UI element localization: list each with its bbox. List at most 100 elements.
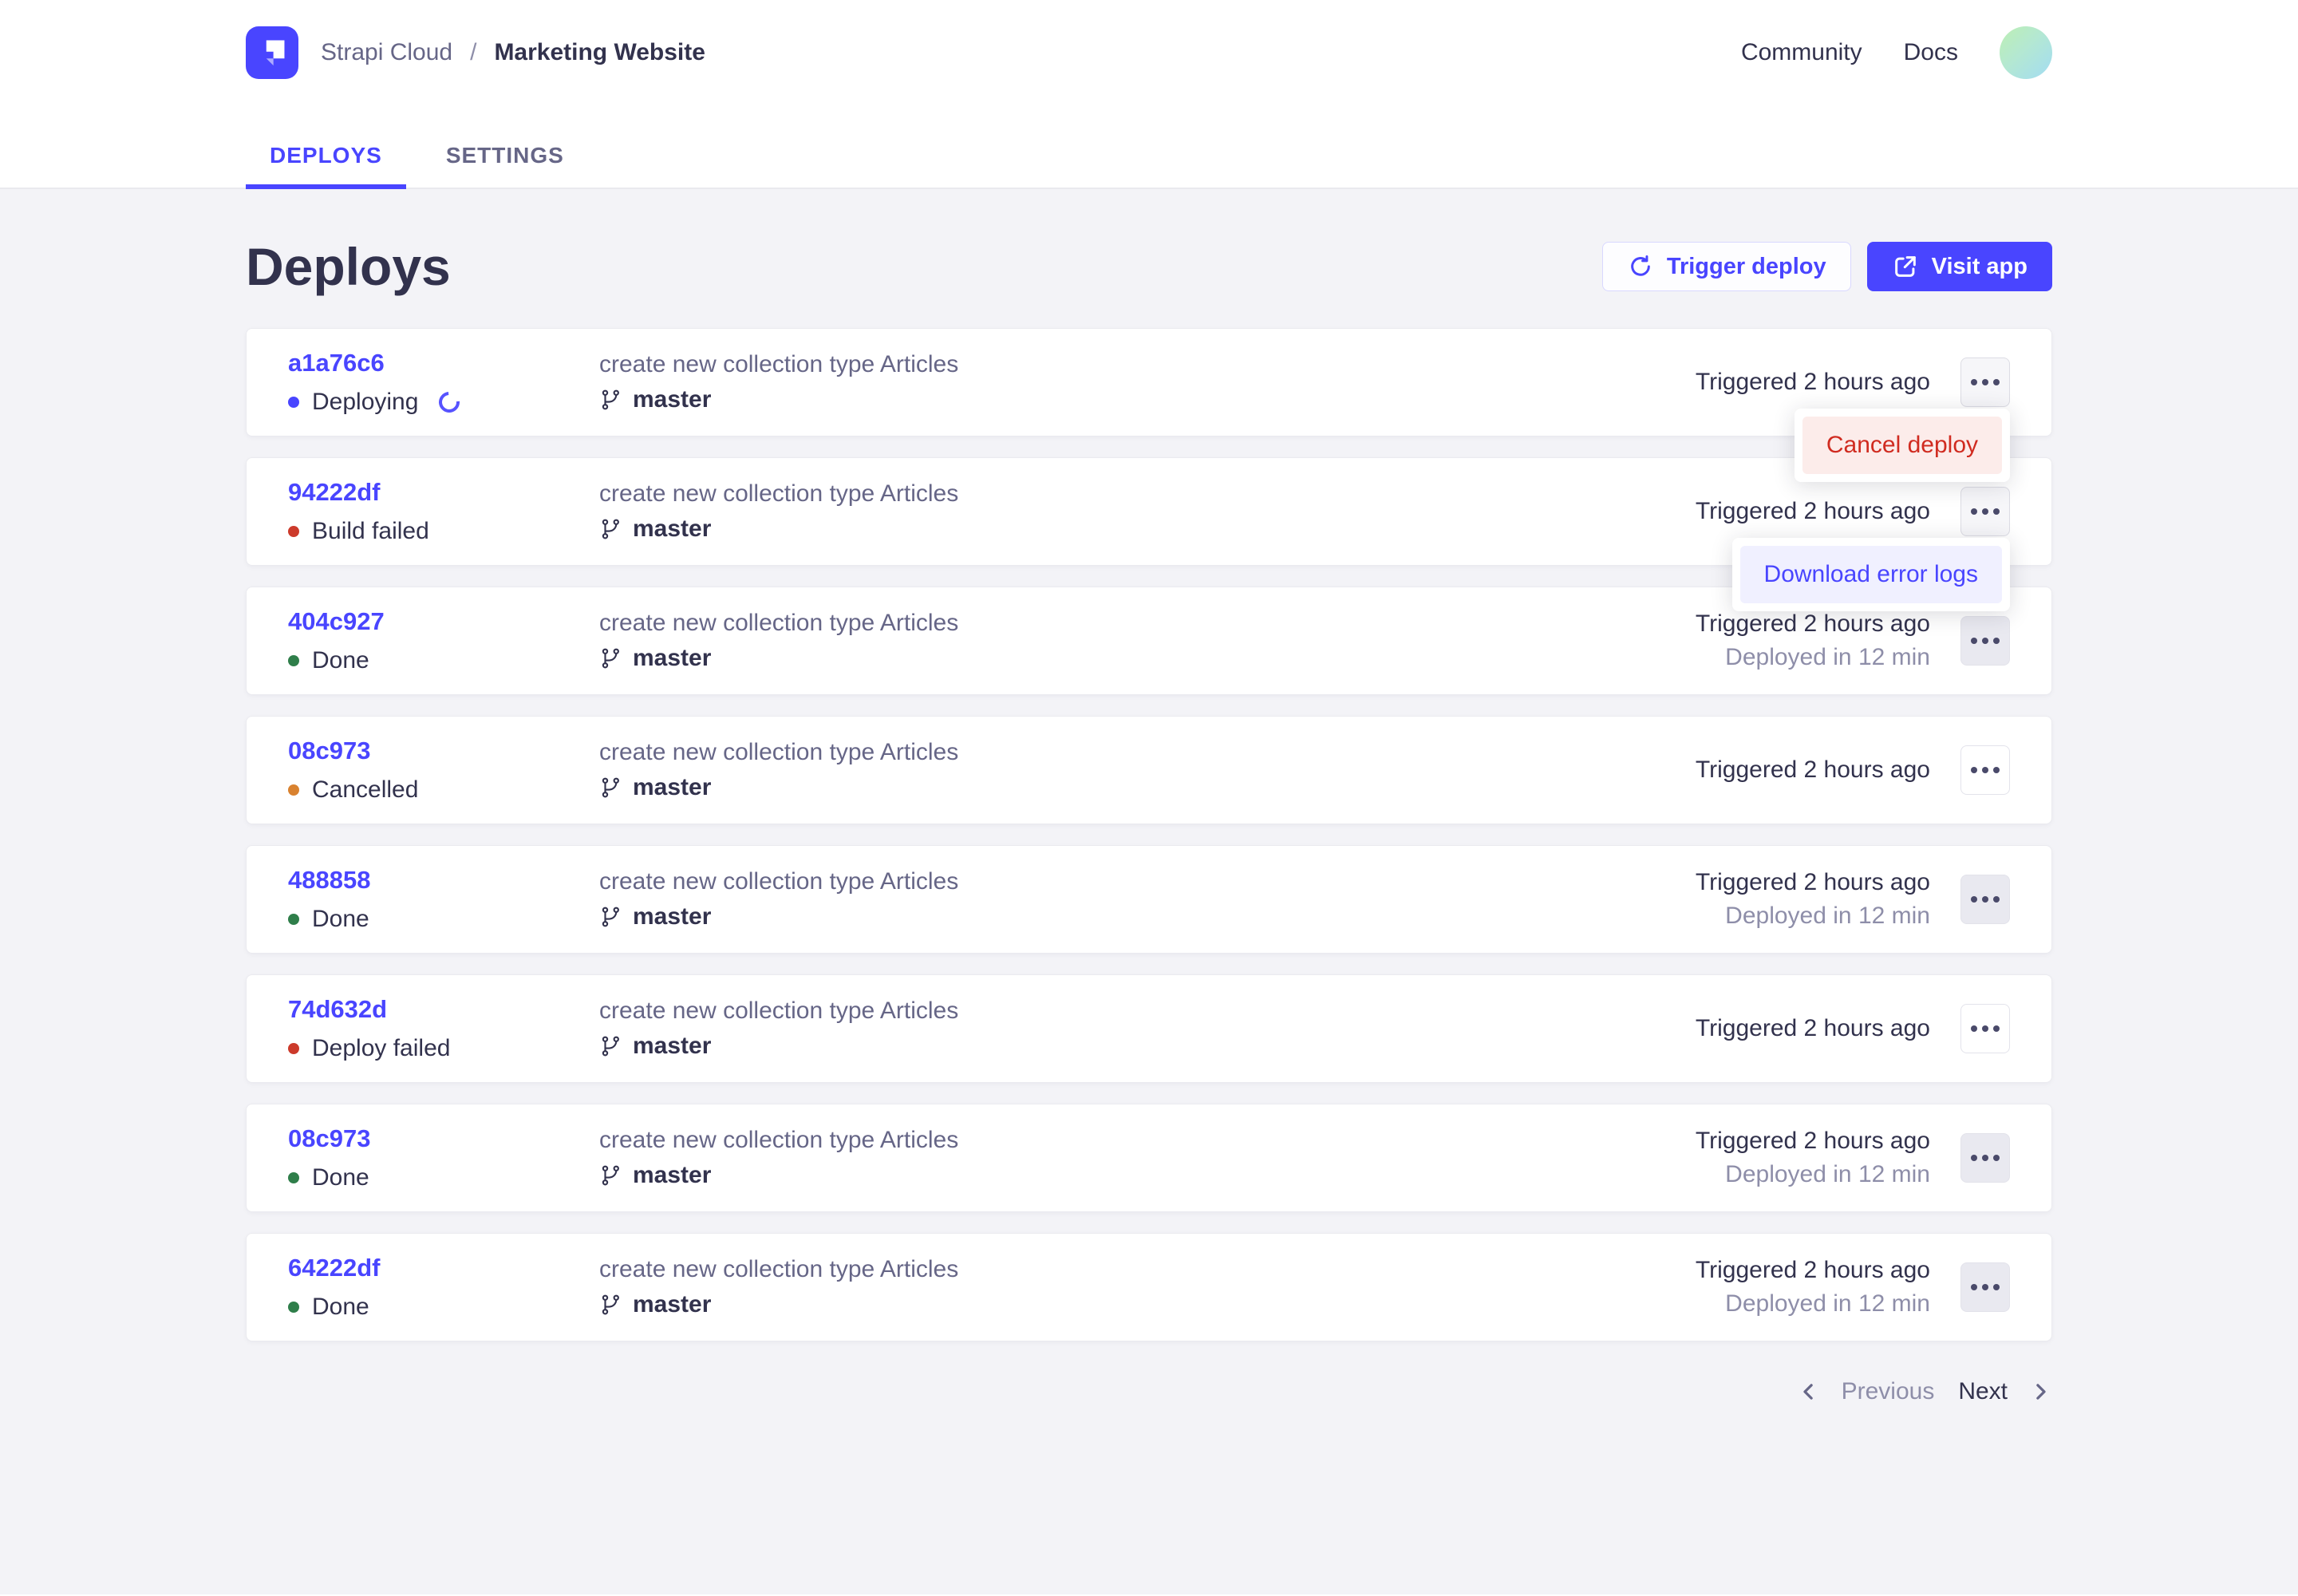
deploy-times: Triggered 2 hours ago [1696,1015,1930,1042]
deploy-hash-link[interactable]: 404c927 [288,607,385,636]
commit-message: create new collection type Articles [599,480,1696,508]
tab-bar: DEPLOYS SETTINGS [246,105,2052,189]
branch-name: master [633,774,711,801]
deploy-times: Triggered 2 hours ago Deployed in 12 min [1696,1257,1930,1317]
branch-name: master [633,645,711,672]
row-actions-menu: Download error logs [1732,538,2010,611]
main-content: Deploys Trigger deploy Visit app [0,189,2298,1594]
branch-row: master [599,1162,1696,1189]
git-branch-icon [599,905,623,929]
commit-message: create new collection type Articles [599,998,1696,1025]
visit-app-button[interactable]: Visit app [1867,242,2052,291]
deploy-row: 94222df Build failed create new collecti… [246,457,2052,566]
commit-message: create new collection type Articles [599,739,1696,766]
git-branch-icon [599,1293,623,1317]
deploy-list: a1a76c6 Deploying create new collection … [246,328,2052,1341]
status-label: Done [312,1294,369,1321]
row-actions-button[interactable] [1960,487,2010,536]
page-title: Deploys [246,235,451,298]
pagination: Previous Next [246,1380,2052,1404]
user-avatar[interactable] [2000,26,2052,79]
status-dot [288,526,299,537]
chevron-left-icon [1797,1380,1821,1404]
top-nav: Community Docs [1741,26,2052,79]
branch-row: master [599,386,1696,413]
row-actions-menu: Cancel deploy [1795,409,2010,482]
nav-docs-link[interactable]: Docs [1904,39,1958,66]
triggered-time: Triggered 2 hours ago [1696,498,1930,525]
status-dot [288,397,299,408]
deploy-duration: Deployed in 12 min [1696,1290,1930,1317]
branch-name: master [633,1162,711,1189]
row-actions-button[interactable] [1960,745,2010,795]
deploy-status: Deploying [288,389,599,416]
deploy-hash-link[interactable]: 488858 [288,866,370,895]
row-actions-button[interactable] [1960,616,2010,666]
refresh-icon [1627,253,1654,280]
git-branch-icon [599,388,623,412]
deploy-hash-link[interactable]: a1a76c6 [288,349,385,377]
deploy-duration: Deployed in 12 min [1696,644,1930,671]
deploy-times: Triggered 2 hours ago Deployed in 12 min [1696,869,1930,930]
git-branch-icon [599,646,623,670]
git-branch-icon [599,776,623,800]
deploy-status: Done [288,647,599,674]
triggered-time: Triggered 2 hours ago [1696,1015,1930,1042]
branch-name: master [633,1033,711,1060]
deploy-times: Triggered 2 hours ago Deployed in 12 min [1696,610,1930,671]
deploy-status: Cancelled [288,776,599,804]
commit-message: create new collection type Articles [599,351,1696,378]
deploy-hash-link[interactable]: 94222df [288,478,380,507]
tab-deploys[interactable]: DEPLOYS [246,144,406,189]
next-page-button[interactable]: Next [1958,1380,2052,1404]
deploy-hash-link[interactable]: 74d632d [288,995,387,1024]
status-dot [288,1043,299,1054]
spinner-icon [435,388,464,417]
status-dot [288,1172,299,1183]
branch-row: master [599,1033,1696,1060]
status-label: Deploy failed [312,1035,450,1062]
deploy-row: 64222df Done create new collection type … [246,1233,2052,1341]
deploy-times: Triggered 2 hours ago [1696,757,1930,784]
row-actions-button[interactable] [1960,875,2010,924]
previous-page-button[interactable]: Previous [1797,1380,1935,1404]
git-branch-icon [599,517,623,541]
menu-item[interactable]: Download error logs [1740,546,2002,603]
status-label: Done [312,906,369,933]
row-actions-button[interactable] [1960,1262,2010,1312]
row-actions-button[interactable] [1960,358,2010,407]
top-bar: Strapi Cloud / Marketing Website Communi… [0,0,2298,189]
breadcrumb-project: Marketing Website [494,39,705,66]
trigger-deploy-button[interactable]: Trigger deploy [1602,242,1851,291]
nav-community-link[interactable]: Community [1741,39,1862,66]
deploy-duration: Deployed in 12 min [1696,1161,1930,1188]
deploy-row: 488858 Done create new collection type A… [246,845,2052,954]
deploy-hash-link[interactable]: 08c973 [288,737,370,765]
deploy-hash-link[interactable]: 08c973 [288,1124,370,1153]
branch-row: master [599,774,1696,801]
breadcrumb-row: Strapi Cloud / Marketing Website Communi… [246,0,2052,105]
status-dot [288,784,299,796]
row-actions-button[interactable] [1960,1004,2010,1053]
status-label: Cancelled [312,776,418,804]
deploy-row: 08c973 Done create new collection type A… [246,1104,2052,1212]
commit-message: create new collection type Articles [599,1256,1696,1283]
breadcrumb-product-link[interactable]: Strapi Cloud [321,39,452,66]
status-dot [288,914,299,925]
strapi-logo[interactable] [246,26,298,79]
menu-item[interactable]: Cancel deploy [1802,417,2002,474]
branch-name: master [633,386,711,413]
commit-message: create new collection type Articles [599,1127,1696,1154]
deploy-hash-link[interactable]: 64222df [288,1254,380,1282]
git-branch-icon [599,1034,623,1058]
branch-name: master [633,1291,711,1318]
deploy-status: Done [288,1164,599,1191]
status-dot [288,1302,299,1313]
tab-settings[interactable]: SETTINGS [422,144,588,189]
deploy-status: Build failed [288,518,599,545]
status-label: Build failed [312,518,429,545]
row-actions-button[interactable] [1960,1133,2010,1183]
status-label: Deploying [312,389,418,416]
deploy-times: Triggered 2 hours ago [1696,498,1930,525]
commit-message: create new collection type Articles [599,610,1696,637]
